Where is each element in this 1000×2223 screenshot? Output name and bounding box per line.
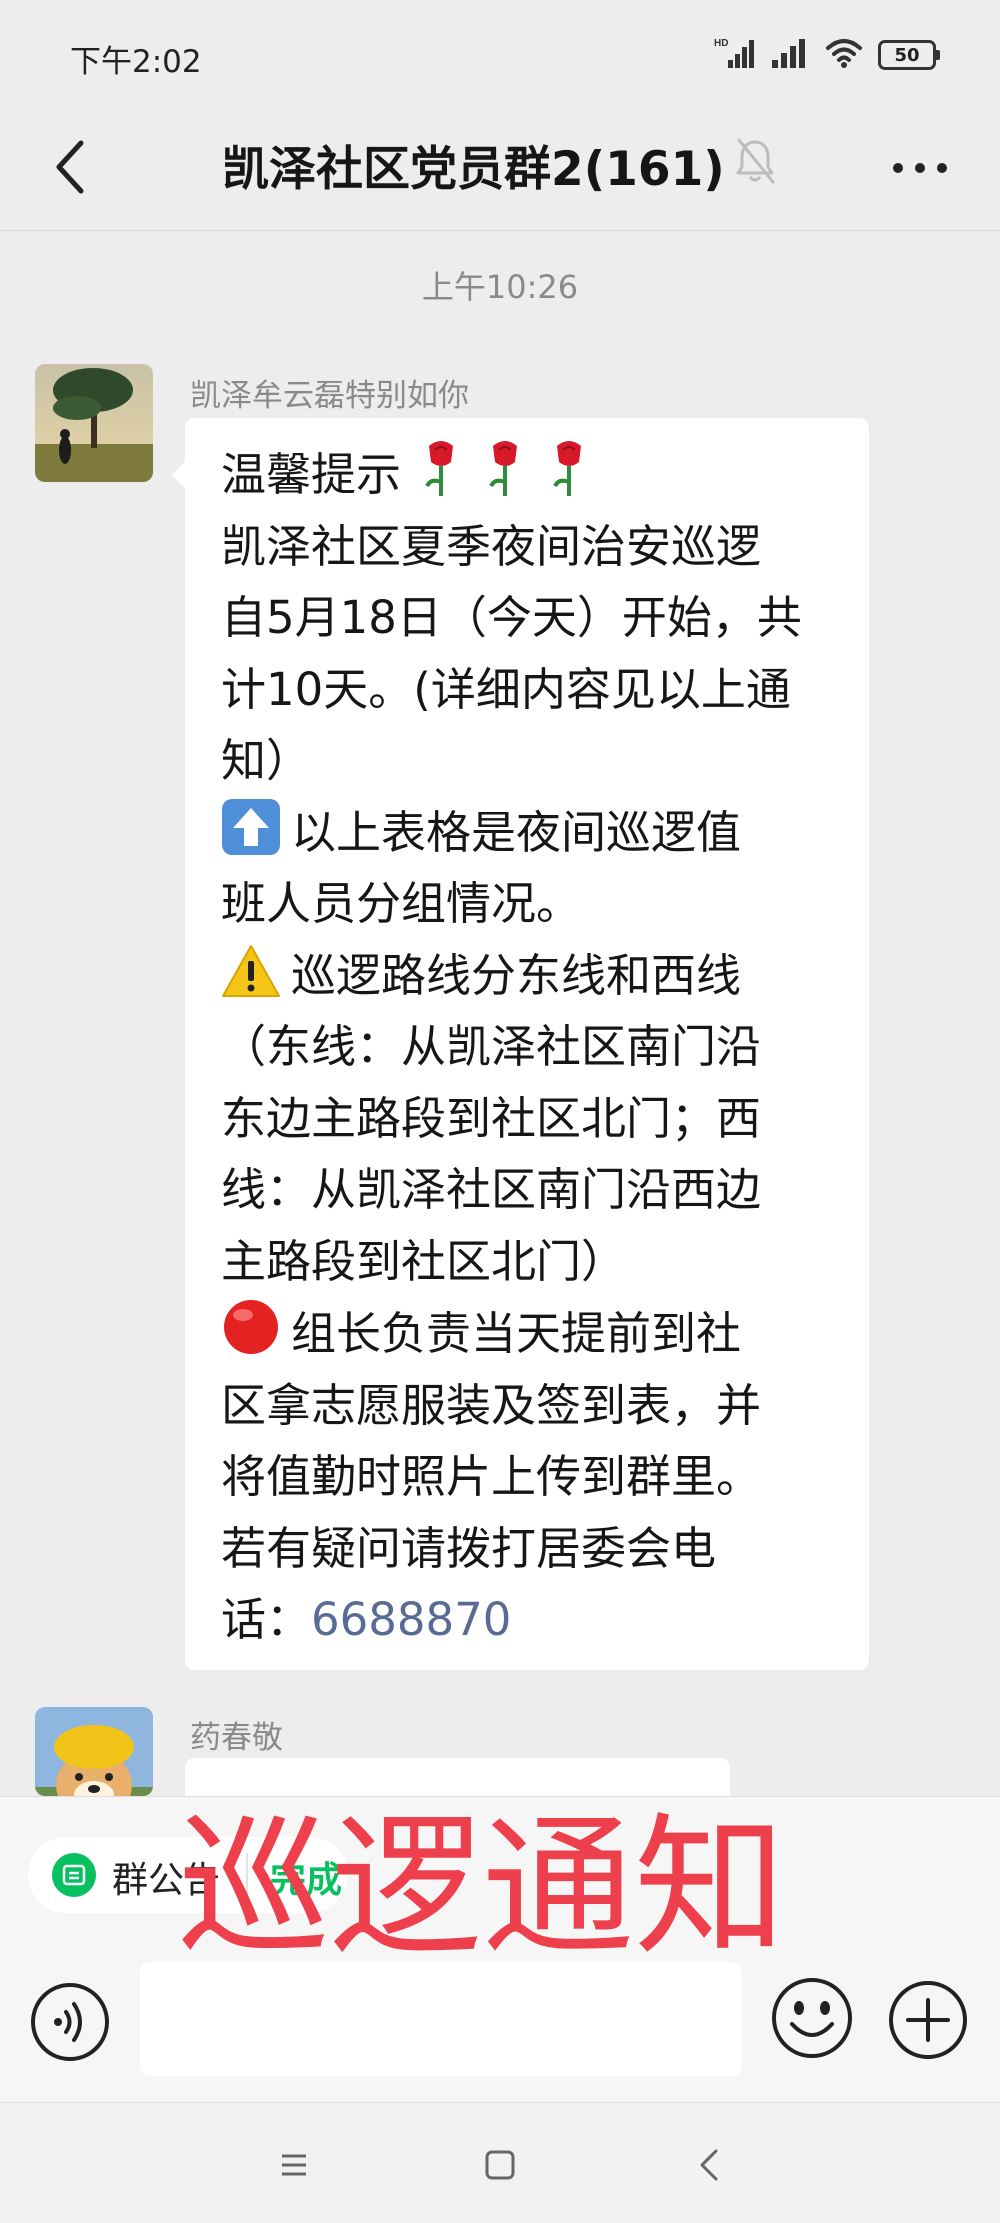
battery-icon: 50 xyxy=(878,40,940,70)
back-button[interactable] xyxy=(30,122,110,212)
avatar[interactable] xyxy=(35,364,153,482)
message-bubble[interactable] xyxy=(185,1758,730,1796)
more-dots-icon xyxy=(893,163,947,173)
overlay-caption: 巡逻通知 xyxy=(178,1799,786,1976)
message-line: 凯泽社区夏季夜间治安巡逻 xyxy=(221,519,762,573)
warning-icon xyxy=(222,944,280,997)
red-circle-icon xyxy=(224,1300,278,1354)
chat-header: 凯泽社区党员群2(161) xyxy=(0,110,1000,231)
home-square-icon xyxy=(485,2150,515,2180)
avatar[interactable] xyxy=(35,1707,153,1796)
message-bubble[interactable]: 温馨提示 凯泽社区夏季夜间治安巡逻 自5月18日（今天）开始，共 计10天。(详… xyxy=(171,418,869,1670)
nav-home-button[interactable] xyxy=(478,2143,522,2187)
message-timestamp: 上午10:26 xyxy=(421,268,579,306)
voice-button[interactable] xyxy=(30,1982,110,2062)
message-line: 自5月18日（今天）开始，共 xyxy=(221,591,802,644)
message-line: 主路段到社区北门） xyxy=(221,1234,627,1288)
status-bar: 下午2:02 HD 50 xyxy=(0,0,1000,110)
system-nav-bar xyxy=(0,2102,1000,2223)
up-arrow-icon xyxy=(222,798,280,855)
chat-title: 凯泽社区党员群2(161) xyxy=(222,142,725,197)
svg-text:HD: HD xyxy=(714,38,728,49)
sender-name: 药春敬 xyxy=(190,1720,283,1756)
notice-icon xyxy=(52,1853,96,1897)
chevron-left-icon xyxy=(56,140,84,194)
message-input[interactable] xyxy=(140,1962,742,2076)
status-time: 下午2:02 xyxy=(70,44,202,80)
wifi-icon xyxy=(824,37,864,73)
message-line: 区拿志愿服装及签到表，并 xyxy=(221,1378,762,1432)
message-line: 以上表格是夜间巡逻值 xyxy=(221,797,791,869)
message-line: 话：6688870 xyxy=(221,1593,512,1646)
battery-level: 50 xyxy=(878,40,936,70)
message-line: 线：从凯泽社区南门沿西边 xyxy=(221,1163,762,1216)
rose-icon xyxy=(407,441,611,501)
voice-icon xyxy=(31,1983,109,2061)
smiley-icon xyxy=(772,1978,852,2058)
message-line: 温馨提示 xyxy=(221,438,791,511)
hd-signal-icon: HD xyxy=(714,36,756,74)
phone-link[interactable]: 6688870 xyxy=(311,1593,511,1646)
message-line: （东线：从凯泽社区南门沿 xyxy=(221,1020,762,1073)
message-line: 知） xyxy=(221,734,312,787)
nav-back-button[interactable] xyxy=(688,2143,732,2187)
sender-name: 凯泽牟云磊特别如你 xyxy=(190,378,469,414)
more-options-button[interactable] xyxy=(880,128,960,208)
message-text: 温馨提示 凯泽社区夏季夜间治安巡逻 自5月18日（今天）开始，共 计10天。(详… xyxy=(221,438,802,1656)
message-line: 计10天。(详细内容见以上通 xyxy=(221,662,791,716)
message-line: 东边主路段到社区北门；西 xyxy=(221,1091,762,1145)
nav-menu-button[interactable] xyxy=(272,2143,316,2187)
menu-icon xyxy=(282,2154,306,2176)
message-line: 若有疑问请拨打居委会电 xyxy=(221,1521,717,1575)
avatar-photo xyxy=(35,1707,153,1796)
message-line: 巡逻路线分东线和西线 xyxy=(221,940,791,1012)
more-functions-button[interactable] xyxy=(888,1980,968,2060)
message-line: 将值勤时照片上传到群里。 xyxy=(221,1450,762,1503)
status-icons: HD 50 xyxy=(714,30,940,80)
mute-bell-icon xyxy=(733,136,777,190)
plus-icon xyxy=(889,1981,967,2059)
nav-back-icon xyxy=(700,2149,718,2181)
emoji-button[interactable] xyxy=(770,1976,854,2060)
signal-icon xyxy=(770,36,810,74)
message-line: 班人员分组情况。 xyxy=(221,877,582,930)
avatar-photo xyxy=(35,364,153,482)
message-line: 组长负责当天提前到社 xyxy=(221,1297,791,1370)
